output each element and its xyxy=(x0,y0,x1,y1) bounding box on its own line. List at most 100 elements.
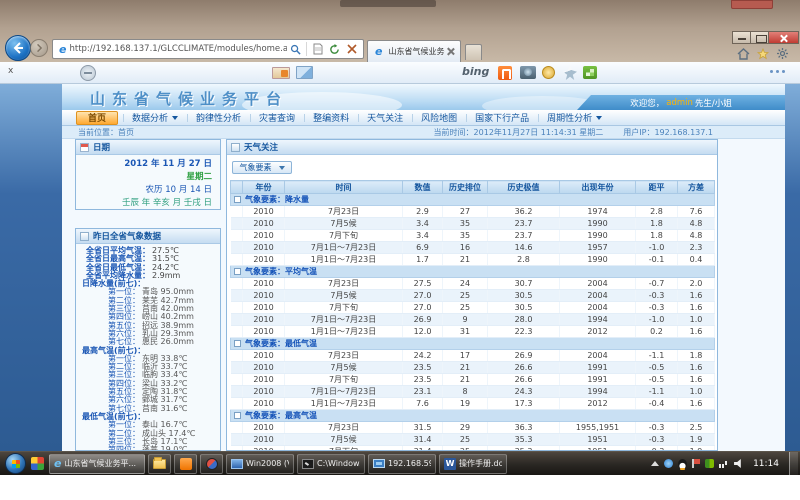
weekday-line: 星期二 xyxy=(76,171,212,184)
cell: 28.0 xyxy=(488,314,560,326)
url-text[interactable]: http://192.168.137.1/GLCCLIMATE/modules/… xyxy=(69,44,287,54)
cell: 23.1 xyxy=(403,386,443,398)
cell: 7月下旬 xyxy=(285,302,403,314)
refresh-button[interactable] xyxy=(326,41,343,57)
forward-button[interactable] xyxy=(30,39,48,57)
cell: 12.0 xyxy=(403,326,443,338)
nav-item-periodic-analysis[interactable]: 周期性分析 xyxy=(538,110,611,126)
launcher-icon[interactable] xyxy=(31,457,44,470)
nav-item-data-analysis[interactable]: 数据分析 xyxy=(123,110,187,126)
taskbar-button-remote-desktop[interactable]: 192.168.59.99... xyxy=(368,454,436,474)
volume-icon[interactable] xyxy=(734,459,743,468)
new-tab-button[interactable] xyxy=(465,44,482,60)
flag-icon[interactable] xyxy=(692,459,700,468)
column-header: 方差 xyxy=(678,181,715,194)
start-button[interactable] xyxy=(5,453,26,474)
cell: 1991 xyxy=(560,374,636,386)
tray-arrow-icon[interactable] xyxy=(651,461,659,466)
update-icon[interactable] xyxy=(705,459,714,468)
cell: 1951 xyxy=(560,434,636,446)
screen: e http://192.168.137.1/GLCCLIMATE/module… xyxy=(0,0,800,500)
mail-icon[interactable] xyxy=(272,67,290,79)
taskbar-button-win2008-vm[interactable]: Win2008 (VS2... xyxy=(226,454,294,474)
browser-tab[interactable]: e 山东省气候业务平... xyxy=(367,40,461,62)
section-checkbox[interactable] xyxy=(234,196,241,203)
home-button[interactable] xyxy=(737,48,750,60)
table-section-row[interactable]: 气象要素：最低气温 xyxy=(231,338,715,350)
taskbar-button-app-orange[interactable] xyxy=(174,454,197,474)
screenshot-letterbox xyxy=(0,475,800,500)
nav-item-home[interactable]: 首页 xyxy=(76,111,118,125)
section-checkbox[interactable] xyxy=(234,340,241,347)
cell: 2010 xyxy=(243,218,285,230)
cell: 2.9 xyxy=(403,206,443,218)
cell: 2.3 xyxy=(678,242,715,254)
nav-item-compiled-data[interactable]: 整编资料 xyxy=(304,110,358,126)
cell: 7月5候 xyxy=(285,218,403,230)
back-button[interactable] xyxy=(5,35,31,61)
table-row: 20107月23日24.21726.92004-1.11.8 xyxy=(231,350,715,362)
show-desktop-button[interactable] xyxy=(789,452,798,476)
maximize-button[interactable] xyxy=(750,31,769,44)
tab-close-icon[interactable] xyxy=(445,46,456,57)
tools-button[interactable] xyxy=(776,47,789,60)
network-icon[interactable] xyxy=(719,459,729,468)
taskbar-clock[interactable]: 11:14 xyxy=(753,459,779,469)
cell: 21 xyxy=(443,374,488,386)
camera-icon[interactable] xyxy=(520,66,536,79)
taskbar-button-ie-window[interactable]: e山东省气候业务平... xyxy=(49,454,145,474)
cell: 30.5 xyxy=(488,290,560,302)
cell: 2004 xyxy=(560,302,636,314)
cell: 26.6 xyxy=(488,374,560,386)
search-button[interactable] xyxy=(287,41,304,57)
section-checkbox[interactable] xyxy=(234,268,241,275)
spark-icon[interactable] xyxy=(563,65,577,80)
cell: 1990 xyxy=(560,254,636,266)
nav-item-rhythm-analysis[interactable]: 韵律性分析 xyxy=(187,110,250,126)
nav-item-weather-watch[interactable]: 天气关注 xyxy=(358,110,412,126)
nav-item-label: 整编资料 xyxy=(313,111,349,124)
toolbar-overflow-icon[interactable] xyxy=(770,70,785,73)
pinyin-tool-icon[interactable] xyxy=(498,66,512,80)
send-mail-icon[interactable] xyxy=(296,66,313,79)
compatibility-view-button[interactable] xyxy=(309,41,326,57)
taskbar-button-word-doc[interactable]: W操作手册.docx ... xyxy=(439,454,507,474)
element-dropdown-button[interactable]: 气象要素 xyxy=(232,161,292,174)
close-button[interactable] xyxy=(768,31,799,44)
bing-logo[interactable]: bing xyxy=(462,65,489,78)
stop-button[interactable] xyxy=(343,41,360,57)
cell: 35.3 xyxy=(488,434,560,446)
weather-panel-title: 昨日全省气象数据 xyxy=(93,230,161,242)
table-section-row[interactable]: 气象要素：最高气温 xyxy=(231,410,715,422)
qq-icon[interactable] xyxy=(678,459,687,469)
cell: 23.7 xyxy=(488,230,560,242)
taskbar-button-explorer[interactable] xyxy=(148,454,171,474)
yesterday-weather-panel: 昨日全省气象数据 全省日平均气温：27.5℃全省日最高气温：31.5℃全省日最低… xyxy=(75,228,221,451)
cell: 7月1日～7月23日 xyxy=(285,314,403,326)
cell: 7月5候 xyxy=(285,434,403,446)
taskbar-button-cmd-window[interactable]: C:\Windows\s... xyxy=(297,454,365,474)
nav-item-risk-map[interactable]: 风险地图 xyxy=(412,110,466,126)
table-section-row[interactable]: 气象要素：平均气温 xyxy=(231,266,715,278)
cell: -1.0 xyxy=(636,242,678,254)
minimize-button[interactable] xyxy=(732,31,751,44)
favorites-button[interactable] xyxy=(757,48,769,60)
coin-icon[interactable] xyxy=(542,66,555,79)
section-checkbox[interactable] xyxy=(234,412,241,419)
cell: 2004 xyxy=(560,290,636,302)
column-header: 出现年份 xyxy=(560,181,636,194)
taskbar-button-media-app[interactable] xyxy=(200,454,223,474)
current-time: 当前时间：2012年11月27日 11:14:31 星期二 xyxy=(434,127,604,138)
table-section-row[interactable]: 气象要素：降水量 xyxy=(231,194,715,206)
cell: 1.9 xyxy=(678,434,715,446)
address-bar[interactable]: e http://192.168.137.1/GLCCLIMATE/module… xyxy=(52,39,364,59)
messenger-icon[interactable] xyxy=(664,459,673,468)
cell: 1957 xyxy=(560,242,636,254)
nav-item-label: 首页 xyxy=(88,111,106,124)
nav-item-disaster-query[interactable]: 灾害查询 xyxy=(250,110,304,126)
apps-icon[interactable] xyxy=(583,66,597,79)
cell: -1.1 xyxy=(636,386,678,398)
close-toolbar-button[interactable]: x xyxy=(8,66,13,76)
nav-item-national-products[interactable]: 国家下行产品 xyxy=(466,110,538,126)
blocked-circle-icon[interactable] xyxy=(80,65,96,81)
